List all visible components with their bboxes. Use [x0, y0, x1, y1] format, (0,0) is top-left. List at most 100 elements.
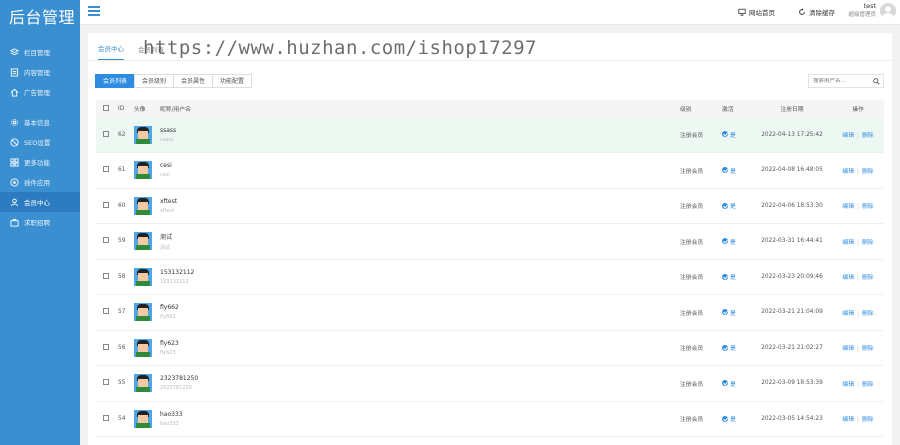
sidebar-item-label: 基本信息 — [24, 119, 50, 127]
sidebar-item-4[interactable]: 基本信息 — [0, 112, 80, 132]
search-input[interactable] — [813, 78, 873, 84]
row-nickname: xftest — [160, 197, 178, 205]
edit-button[interactable]: 编辑 — [842, 240, 854, 246]
sidebar-item-6[interactable]: 更多功能 — [0, 152, 80, 172]
row-id: 56 — [118, 344, 126, 351]
edit-button[interactable]: 编辑 — [842, 382, 854, 388]
sidebar-item-label: 插件应用 — [24, 179, 50, 187]
member-avatar — [134, 338, 152, 357]
select-all-checkbox[interactable] — [103, 104, 109, 111]
row-checkbox[interactable] — [103, 414, 109, 421]
gear-icon — [10, 118, 19, 127]
row-date: 2022-04-13 17:25:42 — [761, 131, 823, 138]
row-username: xftest — [160, 207, 175, 214]
clear-cache-label: 清除缓存 — [809, 9, 835, 17]
delete-button[interactable]: 删除 — [862, 204, 874, 210]
table-row[interactable]: 55 2323781250 2323781250 注册会员 是 2022-03-09 18… — [96, 366, 884, 401]
row-nickname: cesi — [160, 162, 172, 170]
table-row[interactable]: 57 fly662 fly662 注册会员 是 2022-03-21 21:04:09 编辑… — [96, 295, 884, 330]
row-id: 58 — [118, 273, 126, 280]
row-active-label: 是 — [730, 239, 736, 246]
row-username: 测试 — [160, 244, 171, 251]
row-username: 153132112 — [160, 278, 189, 285]
delete-button[interactable]: 删除 — [862, 311, 874, 317]
menu-toggle-icon[interactable] — [88, 6, 100, 16]
row-id: 62 — [118, 131, 126, 138]
sidebar-item-label: 广告管理 — [24, 89, 50, 97]
sidebar-item-label: SEO设置 — [24, 139, 51, 147]
tab-member-list[interactable]: 会员列表 — [138, 44, 164, 60]
delete-button[interactable]: 删除 — [862, 133, 874, 139]
row-checkbox[interactable] — [103, 272, 109, 279]
row-id: 55 — [118, 380, 126, 387]
sidebar-item-8[interactable]: 会员中心 — [0, 192, 80, 212]
document-icon — [10, 67, 19, 77]
table-row[interactable]: 54 hao333 hao333 注册会员 是 2022-03-05 14:54:23 编辑… — [96, 401, 884, 437]
check-circle-icon — [722, 167, 728, 173]
delete-button[interactable]: 删除 — [862, 382, 874, 388]
separator: | — [857, 417, 859, 424]
delete-button[interactable]: 删除 — [862, 240, 874, 246]
row-nickname: fly662 — [160, 304, 179, 312]
sidebar-item-1[interactable]: 栏目管理 — [0, 42, 80, 62]
delete-button[interactable]: 删除 — [862, 275, 874, 281]
edit-button[interactable]: 编辑 — [842, 346, 854, 352]
separator: | — [857, 204, 859, 211]
row-active-status: 是 — [722, 343, 736, 352]
delete-button[interactable]: 删除 — [862, 417, 874, 423]
edit-button[interactable]: 编辑 — [842, 311, 854, 317]
row-level: 注册会员 — [680, 417, 704, 424]
row-date: 2022-03-21 21:02:27 — [761, 344, 823, 351]
row-checkbox[interactable] — [103, 343, 109, 350]
row-active-label: 是 — [730, 346, 736, 352]
table-row[interactable]: 62 ssass ssass 注册会员 是 2022-04-13 17:25:42 编辑 | 删… — [96, 117, 884, 153]
edit-button[interactable]: 编辑 — [842, 417, 854, 423]
member-avatar — [134, 374, 152, 393]
refresh-icon — [799, 8, 805, 15]
user-menu[interactable]: test 超级管理员 — [848, 2, 896, 19]
row-checkbox[interactable] — [103, 308, 109, 315]
user-avatar[interactable] — [880, 2, 896, 19]
sidebar-item-5[interactable]: SEO设置 — [0, 132, 80, 152]
sidebar-item-9[interactable]: 求职招聘 — [0, 212, 80, 232]
clear-cache-link[interactable]: 清除缓存 — [798, 7, 835, 17]
edit-button[interactable]: 编辑 — [842, 204, 854, 210]
row-checkbox[interactable] — [103, 130, 109, 137]
app-title: 后台管理 — [9, 8, 76, 27]
row-level: 注册会员 — [680, 204, 704, 211]
main-content: 会员中心 会员列表 https://www.huzhan.com/ishop17… — [88, 33, 892, 445]
edit-button[interactable]: 编辑 — [842, 275, 854, 281]
row-active-label: 是 — [730, 381, 736, 388]
site-home-label: 网站首页 — [749, 9, 775, 17]
table-row[interactable]: 60 xftest xftest 注册会员 是 2022-04-06 18:53:30 编辑… — [96, 188, 884, 224]
row-nickname: 153132112 — [160, 268, 195, 276]
row-checkbox[interactable] — [103, 237, 109, 244]
sidebar-item-3[interactable]: 广告管理 — [0, 82, 80, 102]
row-username: fly623 — [160, 349, 176, 356]
compass-icon — [10, 137, 19, 147]
tab-4[interactable]: 功能配置 — [212, 74, 253, 88]
tab-member-center[interactable]: 会员中心 — [98, 43, 124, 60]
table-row[interactable]: 56 fly623 fly623 注册会员 是 2022-03-21 21:02:27 编辑… — [96, 330, 884, 366]
row-checkbox[interactable] — [103, 166, 109, 173]
delete-button[interactable]: 删除 — [862, 169, 874, 175]
delete-button[interactable]: 删除 — [862, 346, 874, 352]
table-row[interactable]: 61 cesi cesi 注册会员 是 2022-04-08 16:48:05 编辑 | 删除 — [96, 153, 884, 188]
row-checkbox[interactable] — [103, 379, 109, 386]
sidebar-item-2[interactable]: 内容管理 — [0, 62, 80, 82]
row-nickname: fly623 — [160, 339, 179, 347]
tab-2[interactable]: 会员级别 — [134, 74, 175, 88]
tab-1[interactable]: 会员列表 — [95, 74, 136, 88]
tab-3[interactable]: 会员属性 — [173, 74, 214, 88]
table-row[interactable]: 59 测试 测试 注册会员是 2022-03-31 16:44:41 编辑 | 删除 — [96, 224, 884, 259]
edit-button[interactable]: 编辑 — [842, 133, 854, 139]
site-home-link[interactable]: 网站首页 — [738, 7, 775, 17]
row-date: 2022-03-31 16:44:41 — [761, 238, 823, 245]
separator: | — [857, 346, 859, 353]
row-checkbox[interactable] — [103, 201, 109, 208]
sidebar-item-7[interactable]: 插件应用 — [0, 172, 80, 192]
search-icon[interactable] — [873, 77, 880, 85]
edit-button[interactable]: 编辑 — [842, 169, 854, 175]
table-row[interactable]: 58 153132112 153132112 注册会员 是 2022-03-23 20:0… — [96, 259, 884, 295]
sidebar-item-label: 会员中心 — [24, 199, 50, 207]
